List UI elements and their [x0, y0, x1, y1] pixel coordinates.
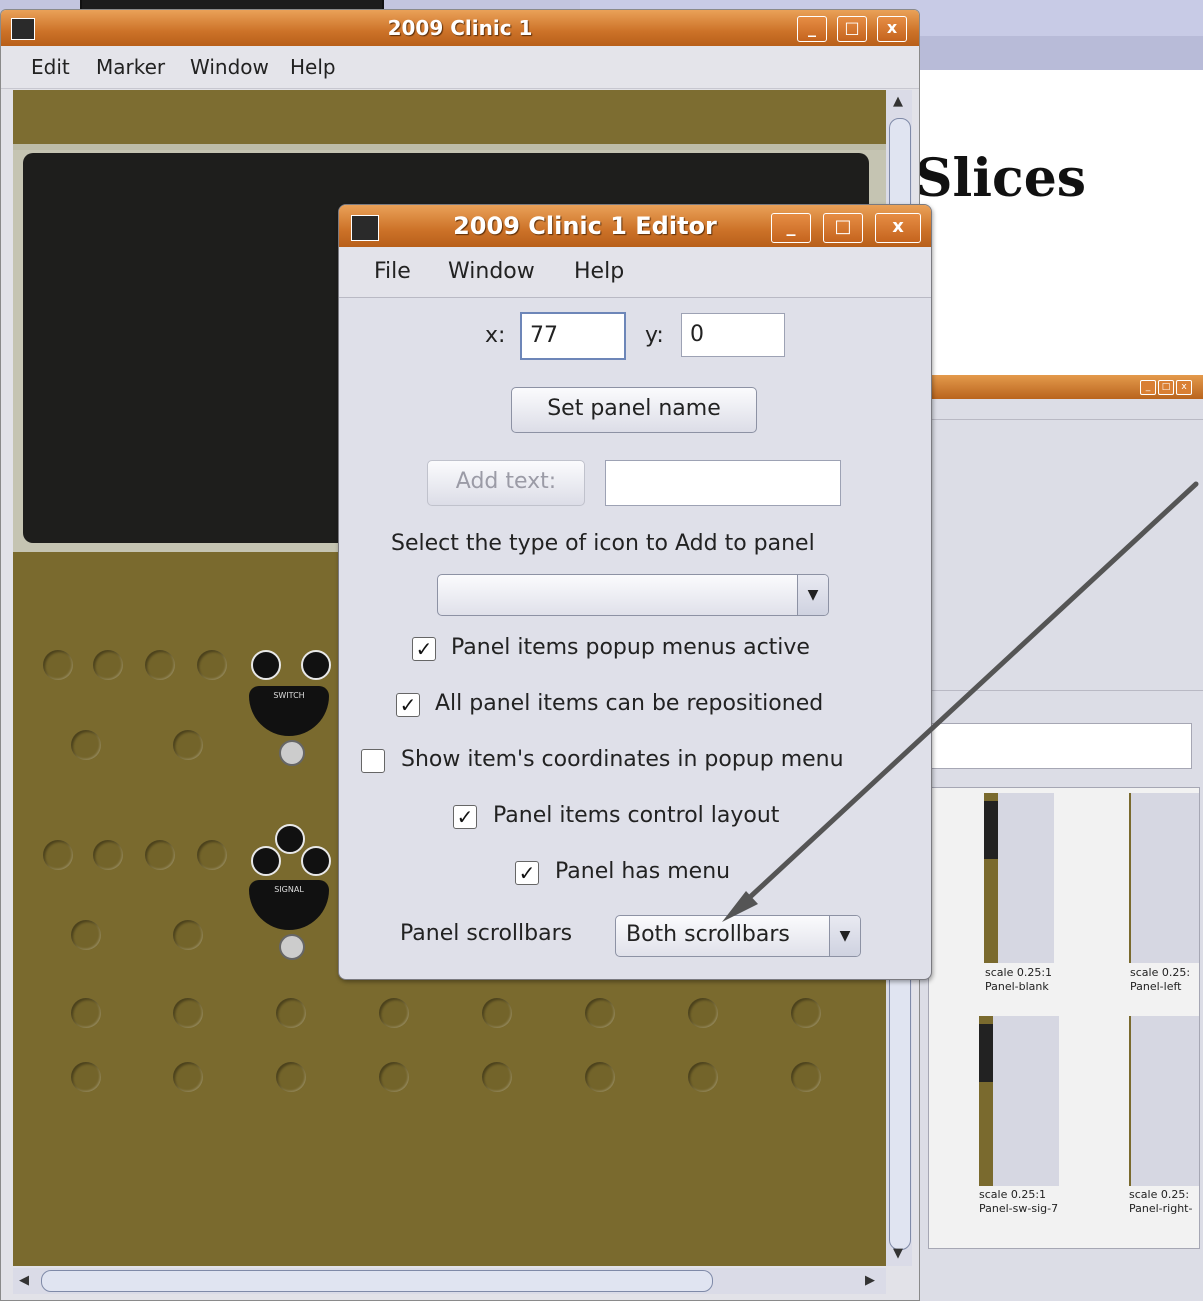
annotation-arrow-line — [733, 481, 1199, 913]
annotation-arrow — [722, 481, 1199, 922]
